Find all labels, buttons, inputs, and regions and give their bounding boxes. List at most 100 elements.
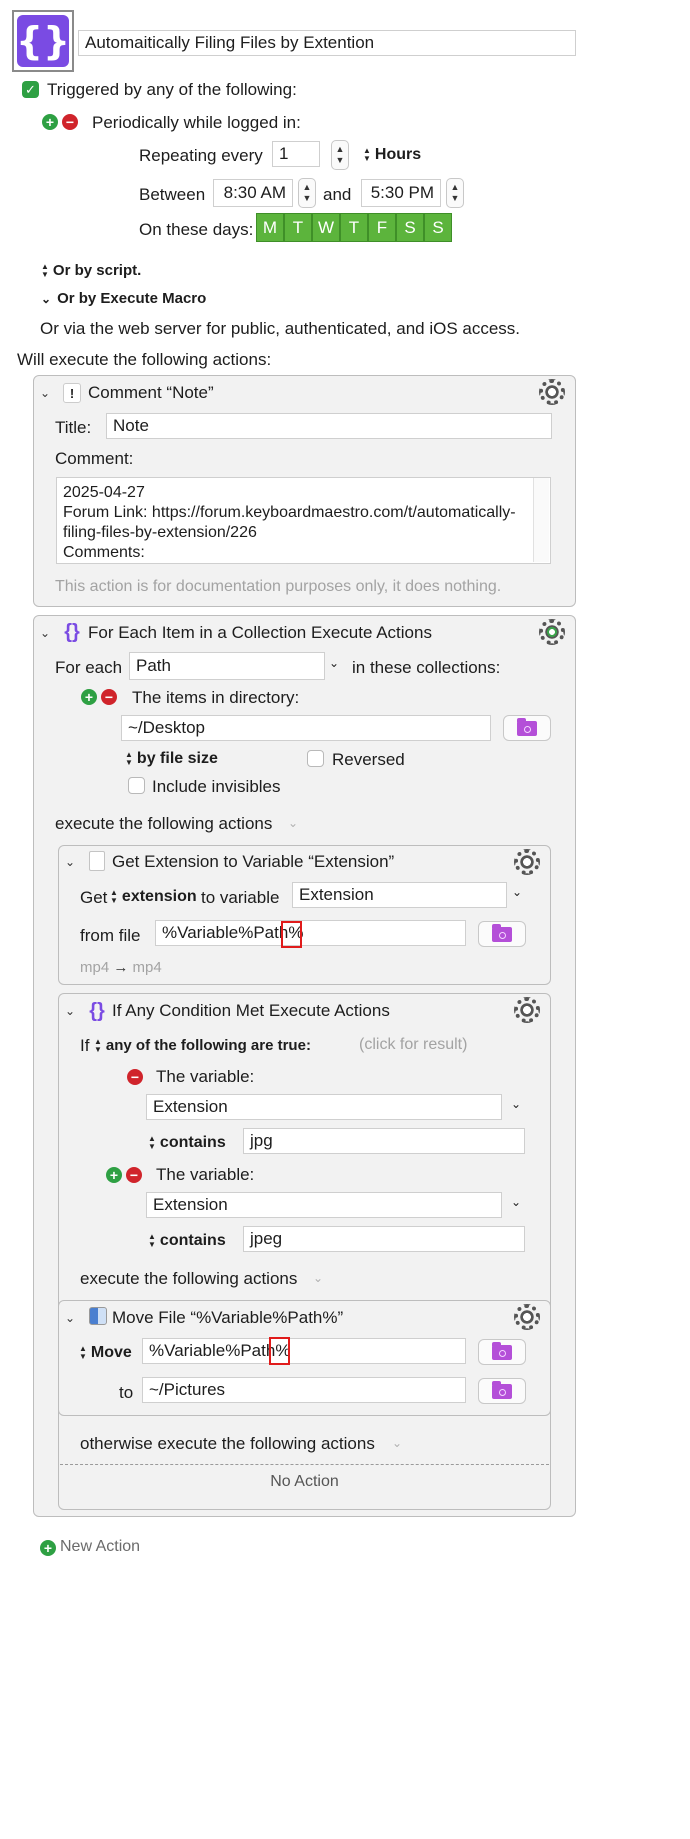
by-script-toggle[interactable]: ▲ ▼ Or by script. [41,262,141,279]
choose-file-button[interactable] [478,921,526,947]
folder-icon [492,1380,512,1399]
macro-icon[interactable]: {} [12,10,74,72]
condition-value-field[interactable]: jpg [243,1128,525,1154]
comment-line: Forum Link: https://forum.keyboardmaestr… [63,504,516,521]
gear-icon[interactable] [514,997,540,1023]
remove-condition-icon[interactable]: − [127,1069,143,1085]
add-collection-icon[interactable]: + [81,689,97,705]
start-time-field[interactable]: 8:30 AM [213,179,293,207]
day-button-saturday[interactable]: S [396,213,424,242]
repeat-stepper[interactable]: ▲ ▼ [331,140,349,170]
variable-menu-chevron-icon[interactable]: ⌄ [512,885,522,899]
collapse-chevron-icon[interactable]: ⌄ [65,855,75,869]
condition-value-field[interactable]: jpeg [243,1226,525,1252]
variable-menu-chevron-icon[interactable]: ⌄ [329,656,339,670]
collapse-chevron-icon[interactable]: ⌄ [65,1004,75,1018]
start-time-stepper[interactable]: ▲ ▼ [298,178,316,208]
macro-name-field[interactable]: Automaitically Filing Files by Extention [78,30,576,56]
collections-label: in these collections: [352,658,501,677]
directory-field[interactable]: ~/Desktop [121,715,491,741]
updown-icon: ▲ ▼ [110,887,118,905]
variable-menu-chevron-icon[interactable]: ⌄ [511,1097,521,1111]
days-selector: M T W T F S S [256,213,452,242]
day-button-friday[interactable]: F [368,213,396,242]
gear-icon[interactable] [514,1304,540,1330]
move-source-field[interactable]: %Variable%Path% [142,1338,466,1364]
sort-popup[interactable]: ▲ ▼ by file size [125,750,218,768]
remove-condition-icon[interactable]: − [126,1167,142,1183]
sort-label: by file size [136,750,218,767]
extension-variable-field[interactable]: Extension [292,882,507,908]
and-label: and [323,185,352,204]
chevron-down-icon[interactable]: ⌄ [313,1271,323,1285]
chevron-down-icon: ⌄ [41,292,52,306]
new-action-button[interactable]: New Action [60,1538,140,1556]
include-invisibles-checkbox[interactable] [128,777,145,794]
comment-line: Comments: [63,544,145,561]
periodic-trigger-label: Periodically while logged in: [92,113,301,132]
operator-label: contains [159,1134,226,1151]
updown-icon: ▲ ▼ [79,1343,87,1361]
gear-icon[interactable] [539,619,565,645]
end-time-field[interactable]: 5:30 PM [361,179,441,207]
condition-variable-field[interactable]: Extension [146,1094,502,1120]
collapse-chevron-icon[interactable]: ⌄ [40,626,50,640]
move-destination-field[interactable]: ~/Pictures [142,1377,466,1403]
day-button-wednesday[interactable]: W [312,213,340,242]
document-icon [89,851,105,871]
updown-icon: ▲ ▼ [94,1037,102,1055]
trigger-checkbox[interactable]: ✓ [22,81,39,98]
comment-textarea[interactable]: 2025-04-27 Forum Link: https://forum.key… [56,477,551,564]
day-button-thursday[interactable]: T [340,213,368,242]
day-button-monday[interactable]: M [256,213,284,242]
day-button-tuesday[interactable]: T [284,213,312,242]
curly-braces-icon: {} [64,620,80,643]
click-for-result[interactable]: (click for result) [359,1036,467,1054]
condition-mode-popup[interactable]: ▲ ▼ any of the following are true: [94,1037,311,1054]
updown-icon: ▲ ▼ [148,1133,156,1151]
choose-folder-button[interactable] [503,715,551,741]
foreach-variable-field[interactable]: Path [129,652,325,680]
updown-icon: ▲ ▼ [148,1231,156,1249]
otherwise-label: otherwise execute the following actions [80,1434,375,1453]
add-condition-icon[interactable]: + [106,1167,122,1183]
variable-menu-chevron-icon[interactable]: ⌄ [511,1195,521,1209]
web-server-note: Or via the web server for public, authen… [40,319,521,338]
condition-variable-field[interactable]: Extension [146,1192,502,1218]
kind-popup[interactable]: ▲ ▼ extension [110,888,197,906]
collapse-chevron-icon[interactable]: ⌄ [65,1311,75,1325]
reversed-checkbox[interactable] [307,750,324,767]
from-file-field[interactable]: %Variable%Path% [155,920,466,946]
updown-icon: ▲ ▼ [363,145,371,163]
choose-source-button[interactable] [478,1339,526,1365]
unit-popup[interactable]: ▲ ▼ Hours [363,146,421,164]
gear-icon[interactable] [514,849,540,875]
collapse-chevron-icon[interactable]: ⌄ [40,386,50,400]
comment-scrollbar[interactable] [533,478,549,562]
repeat-value-field[interactable]: 1 [272,141,320,167]
updown-icon: ▲ ▼ [125,749,133,767]
highlight-box [269,1337,290,1365]
new-action-icon[interactable]: + [40,1540,56,1556]
operator-popup[interactable]: ▲ ▼ contains [148,1134,226,1152]
chevron-down-icon[interactable]: ⌄ [392,1436,402,1450]
gear-icon[interactable] [539,379,565,405]
extension-preview: mp4 → mp4 [80,959,162,976]
choose-destination-button[interactable] [478,1378,526,1404]
comment-line: filing-files-by-extension/226 [63,524,257,541]
operator-popup[interactable]: ▲ ▼ contains [148,1232,226,1250]
end-time-stepper[interactable]: ▲ ▼ [446,178,464,208]
folder-icon [492,1341,512,1360]
if-label: If [80,1036,90,1055]
foreach-action-title: For Each Item in a Collection Execute Ac… [88,623,432,642]
by-execute-macro-toggle[interactable]: ⌄ Or by Execute Macro [41,290,206,307]
comment-title-field[interactable]: Note [106,413,552,439]
getext-action-title: Get Extension to Variable “Extension” [112,852,395,871]
add-trigger-icon[interactable]: + [42,114,58,130]
chevron-down-icon[interactable]: ⌄ [288,816,298,830]
remove-trigger-icon[interactable]: − [62,114,78,130]
remove-collection-icon[interactable]: − [101,689,117,705]
day-button-sunday[interactable]: S [424,213,452,242]
move-op-popup[interactable]: ▲ ▼ Move [79,1344,132,1362]
no-action-label: No Action [270,1473,339,1490]
